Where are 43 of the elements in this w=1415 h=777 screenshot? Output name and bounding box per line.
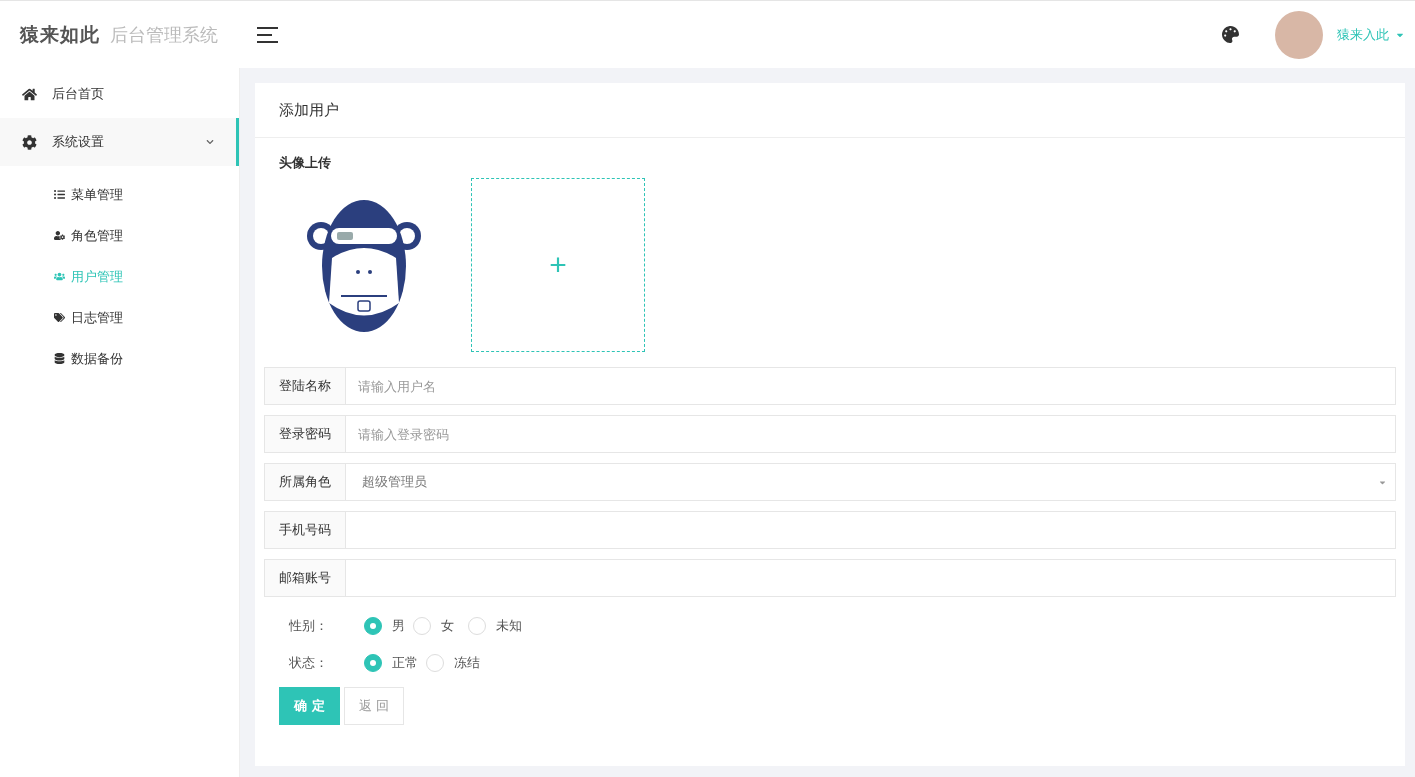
brand-subtitle: 后台管理系统 xyxy=(110,22,218,47)
user-gear-icon xyxy=(54,230,65,241)
role-select[interactable]: 超级管理员 xyxy=(346,463,1396,501)
radio-button[interactable] xyxy=(364,653,382,672)
brand-logo: 猿来如此 xyxy=(20,21,100,47)
text-field[interactable] xyxy=(346,511,1396,549)
chevron-icon xyxy=(206,138,214,146)
radio-group-label: 状态： xyxy=(289,653,329,672)
radio-group-label: 性别： xyxy=(289,616,329,635)
radio-option[interactable]: 未知 xyxy=(468,616,528,635)
tags-icon xyxy=(54,312,65,323)
palette-icon[interactable] xyxy=(1222,26,1239,43)
sidebar-subitem[interactable]: 数据备份 xyxy=(0,338,239,379)
text-field[interactable] xyxy=(346,559,1396,597)
field-label: 登录密码 xyxy=(264,415,346,453)
field-label: 登陆名称 xyxy=(264,367,346,405)
sidebar-subitem[interactable]: 日志管理 xyxy=(0,297,239,338)
field-label: 邮箱账号 xyxy=(264,559,346,597)
avatar-label: 头像上传 xyxy=(278,154,332,172)
home-icon xyxy=(22,86,37,102)
radio-button[interactable] xyxy=(426,653,444,672)
sidebar-subitem[interactable]: 菜单管理 xyxy=(0,174,239,215)
sidebar-item[interactable]: 系统设置 xyxy=(0,118,239,166)
field-label: 所属角色 xyxy=(264,463,346,501)
field-label: 手机号码 xyxy=(264,511,346,549)
text-field[interactable]: 请输入用户名 xyxy=(346,367,1396,405)
radio-button[interactable] xyxy=(364,616,382,635)
select-value: 超级管理员 xyxy=(362,473,427,491)
settings-icon xyxy=(22,134,37,150)
database-icon xyxy=(54,353,65,364)
radio-button[interactable] xyxy=(413,616,431,635)
users-icon xyxy=(54,271,65,282)
radio-option[interactable]: 女 xyxy=(413,616,460,635)
radio-option[interactable]: 冻结 xyxy=(426,653,486,672)
radio-option[interactable]: 正常 xyxy=(364,653,418,672)
radio-button[interactable] xyxy=(468,616,486,635)
text-field[interactable]: 请输入登录密码 xyxy=(346,415,1396,453)
sidebar-subitem[interactable]: 角色管理 xyxy=(0,215,239,256)
user-avatar xyxy=(1275,10,1323,59)
radio-option[interactable]: 男 xyxy=(364,616,405,635)
list-icon xyxy=(54,189,65,200)
menu-icon[interactable] xyxy=(257,26,278,43)
card-title: 添加用户 xyxy=(255,83,1405,138)
